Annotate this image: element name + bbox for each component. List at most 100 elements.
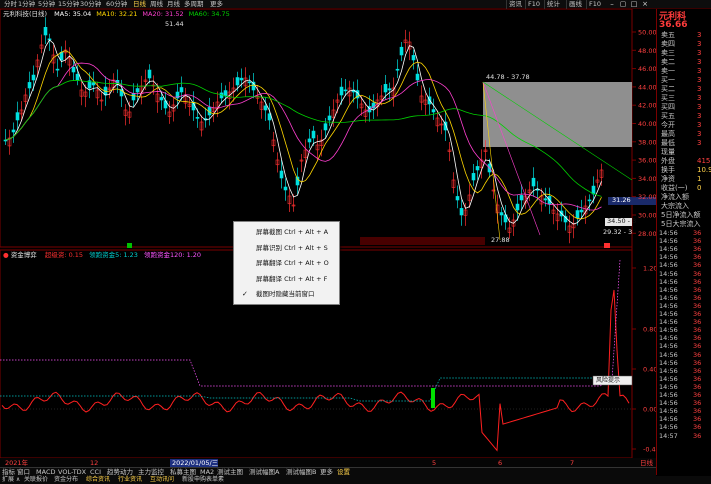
tick-row: 14:56 36 (659, 374, 702, 383)
candle-body (455, 196, 460, 201)
indicator-axis-label: 0.40 (643, 366, 656, 374)
period-tab-2[interactable]: 5分钟 (38, 0, 55, 9)
tick-row: 14:56 36 (659, 261, 702, 270)
extension-tab-3[interactable]: 综合资讯 (86, 476, 110, 484)
ma-legend-item-1: MA10: 32.21 (96, 10, 138, 18)
candle-body (27, 82, 32, 89)
stock-title[interactable]: 元利科技(日线) (3, 10, 47, 18)
indicator-cyan-line (0, 377, 632, 402)
context-menu-item-1[interactable]: 屏幕识别 Ctrl + Alt + S (234, 241, 339, 256)
candle-body (579, 209, 584, 213)
ma-legend-item-2: MA20: 31.52 (142, 10, 184, 18)
period-tab-9[interactable]: 多周期 (184, 0, 204, 9)
period-toolbar: 分时 1分钟 5分钟 15分钟 30分钟 60分钟 日线 周线 月线 多周期 更多 资讯 F10 统计 画线… (0, 0, 711, 9)
candle-body (395, 68, 400, 71)
order-book-row-4: 卖一 3 (661, 67, 702, 75)
toolbar-right-tab-3[interactable]: 画线 (566, 0, 584, 9)
tick-row: 14:56 36 (659, 423, 702, 432)
extension-tabs: 扩展 ∧ 关联报价 资金分布 综合资讯 行业资讯 互动讯问 新股申购表单素 (0, 476, 711, 484)
tick-row: 14:56 36 (659, 334, 702, 343)
extension-tab-4[interactable]: 行业资讯 (118, 476, 142, 484)
indicator-axis-label: -0.40 (643, 446, 656, 454)
period-tab-7[interactable]: 周线 (150, 0, 163, 9)
period-tab-4[interactable]: 30分钟 (80, 0, 101, 9)
price-axis-label: 34.00 (638, 175, 656, 183)
candle-body (383, 84, 388, 93)
small-price-tag: 34.50 - 3 (607, 217, 637, 225)
context-menu-item-2[interactable]: 屏幕翻译 Ctrl + Alt + O (234, 256, 339, 271)
tick-row: 14:56 36 (659, 269, 702, 278)
candle-body (415, 73, 420, 81)
indicator-axis: 1.20 0.80 0.40 0.00 -0.40 (632, 265, 656, 454)
stat-row-0: 今开 3 (661, 121, 702, 129)
tick-row: 14:56 36 (659, 237, 702, 246)
tick-row: 14:56 36 (659, 285, 702, 294)
date-axis: 2021年 12 2022/01/05/三 5 6 7 日线 (0, 458, 656, 467)
period-tab-10[interactable]: 更多 (210, 0, 223, 9)
stat-row-5: 换手10.9 (661, 166, 711, 174)
order-book-row-3: 卖二 3 (661, 58, 702, 66)
extension-tab-5[interactable]: 互动讯问 (150, 476, 174, 484)
indicator-axis-label: 0.00 (643, 406, 656, 414)
low2-label: 29.32 - 3 (603, 228, 633, 236)
indicator-axis-label: 1.20 (643, 265, 656, 273)
fund-flow-row-0: 净流入额 (661, 193, 689, 201)
candle-body (311, 130, 316, 139)
tick-row: 14:56 36 (659, 245, 702, 254)
date-axis-label: 12 (90, 459, 98, 467)
price-axis-label: 50.00 (638, 29, 656, 37)
period-tab-8[interactable]: 月线 (167, 0, 180, 9)
context-menu-item-4[interactable]: ✓ 截图时隐藏当前窗口 (234, 287, 339, 302)
tick-row: 14:56 36 (659, 350, 702, 359)
price-axis-label: 48.00 (638, 47, 656, 55)
indicator-main-line (1, 289, 630, 452)
indicator-title[interactable]: 资金博弈 (11, 251, 37, 259)
selection-strip (360, 237, 485, 245)
order-book-row-1: 卖四 3 (661, 40, 702, 48)
date-axis-label: 5 (432, 459, 436, 467)
candle-body (3, 139, 8, 142)
candle-body (587, 199, 592, 202)
maximize-icon[interactable]: □ (629, 0, 639, 9)
checkmark-icon: ✓ (242, 290, 248, 298)
extension-tab-2[interactable]: 资金分布 (54, 476, 78, 484)
toolbar-right-tab-4[interactable]: F10 (586, 0, 603, 9)
restore-icon[interactable]: ▢ (618, 0, 628, 9)
indicator-tabs: 指标 窗口 MACD VOL-TDX CCI 趋势动力 主力监控 私募主图 MA2 测试主图 测试幅… (0, 467, 656, 476)
order-book-row-0: 卖五 3 (661, 31, 702, 39)
candle-body (75, 73, 80, 81)
tick-row: 14:56 36 (659, 310, 702, 318)
candle-body (131, 92, 136, 101)
period-tab-5[interactable]: 60分钟 (106, 0, 127, 9)
toolbar-right-tab-0[interactable]: 资讯 (506, 0, 524, 9)
tick-row: 14:56 36 (659, 253, 702, 262)
period-tab-1[interactable]: 1分钟 (18, 0, 35, 9)
price-axis-label: 32.00 (638, 193, 656, 201)
period-tab-6[interactable]: 日线 (133, 0, 146, 9)
candle-body (147, 69, 152, 79)
candle-body (43, 27, 48, 36)
extension-tab-1[interactable]: 关联报价 (24, 476, 48, 484)
candle-body (575, 210, 580, 219)
period-tab-0[interactable]: 分时 (4, 0, 17, 9)
context-menu-item-3[interactable]: 屏幕翻译 Ctrl + Alt + F (234, 272, 339, 287)
tick-row: 14:56 36 (659, 382, 702, 391)
indicator-legend-item-0: 超级资: 0.15 (44, 251, 84, 259)
extension-tab-6[interactable]: 新股申购表单素 (182, 476, 224, 484)
toolbar-right-tab-1[interactable]: F10 (525, 0, 542, 9)
tick-row: 14:56 36 (659, 366, 702, 375)
minimize-icon[interactable]: – (607, 0, 617, 9)
context-menu-item-label: 屏幕识别 Ctrl + Alt + S (256, 243, 328, 252)
close-icon[interactable]: × (640, 0, 650, 9)
toolbar-right-tab-2[interactable]: 统计 (544, 0, 562, 9)
extension-tab-0[interactable]: 扩展 ∧ (2, 476, 20, 484)
context-menu-item-0[interactable]: 屏幕截图 Ctrl + Alt + A (234, 225, 339, 240)
price-axis-label: 36.00 (638, 157, 656, 165)
candle-body (531, 177, 536, 187)
candle-body (247, 81, 252, 84)
period-tab-3[interactable]: 15分钟 (58, 0, 79, 9)
fund-flow-row-3: 5日大宗流入 (661, 220, 701, 228)
fund-flow-row-2: 5日净流入额 (661, 211, 701, 219)
price-axis-label: 28.00 (638, 230, 656, 238)
date-axis-label: 6 (498, 459, 502, 467)
